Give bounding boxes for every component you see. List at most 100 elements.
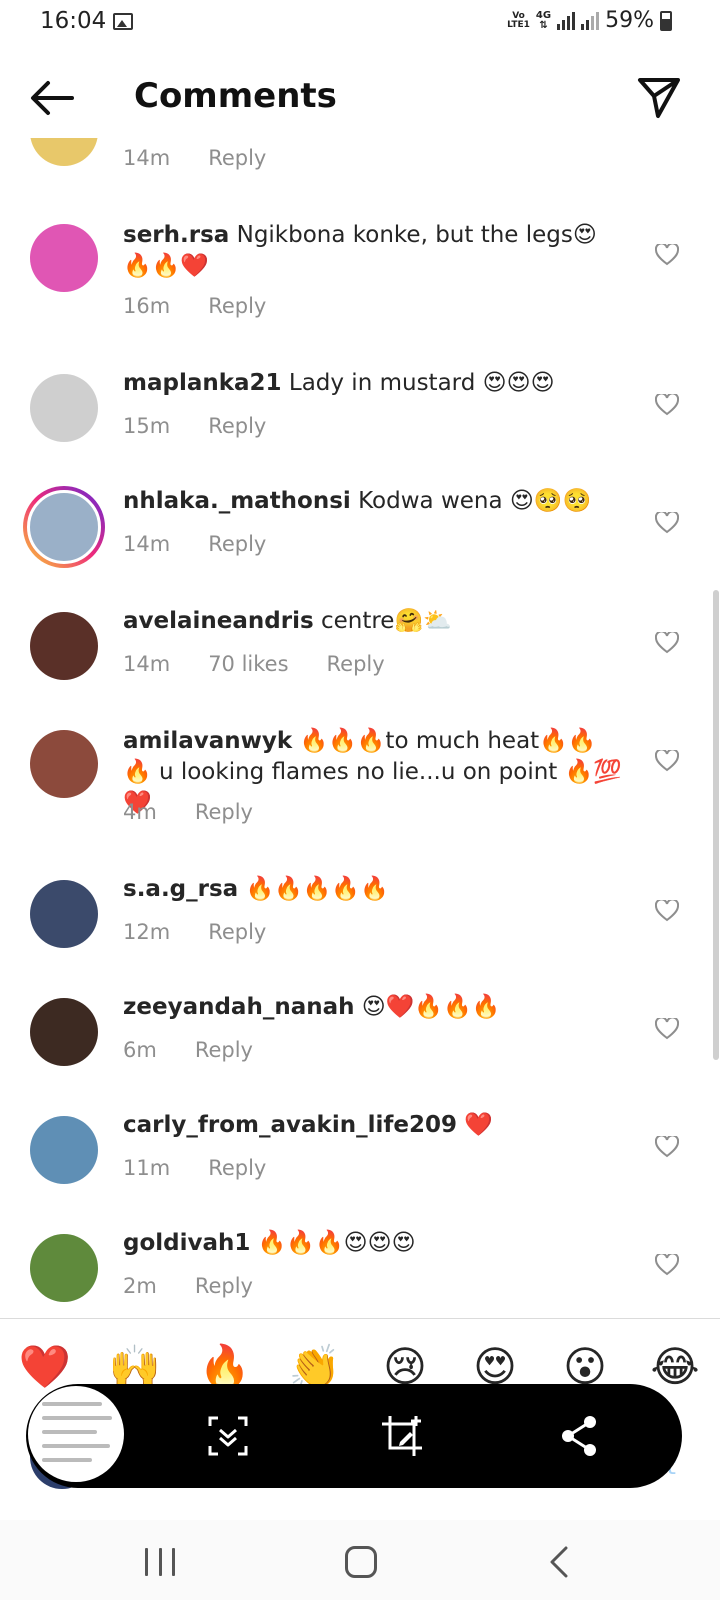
reply-button[interactable]: Reply [195, 800, 253, 824]
comment-meta: 6m Reply [123, 1038, 253, 1062]
comment-text: nhlaka._mathonsi Kodwa wena 😍🥺🥺 [123, 486, 623, 517]
comment-meta: 2m Reply [123, 1274, 253, 1298]
like-heart-icon[interactable] [655, 750, 679, 772]
reply-button[interactable]: Reply [208, 414, 266, 438]
comment-meta: 16m Reply [123, 294, 266, 318]
comment-body: ❤️ [456, 1112, 493, 1138]
back-arrow-icon[interactable] [28, 78, 76, 118]
comment-meta: 14m 70 likes Reply [123, 652, 385, 676]
like-heart-icon[interactable] [655, 1254, 679, 1276]
reply-button[interactable]: Reply [195, 1038, 253, 1062]
comment-meta: 11m Reply [123, 1156, 266, 1180]
network-4g-icon: 4G ⇅ [535, 9, 552, 31]
recents-icon[interactable] [145, 1548, 175, 1576]
comment-username[interactable]: goldivah1 [123, 1230, 250, 1256]
comment-time: 14m [123, 146, 171, 170]
status-bar: 16:04 Vo LTE1 4G ⇅ 59% [0, 0, 720, 46]
back-icon[interactable] [548, 1546, 572, 1578]
comment-text: s.a.g_rsa 🔥🔥🔥🔥🔥 [123, 874, 623, 905]
comment-text: serh.rsa Ngikbona konke, but the legs😍🔥🔥… [123, 220, 623, 282]
page-title: Comments [134, 76, 337, 116]
scrollbar[interactable] [713, 590, 719, 1060]
like-heart-icon[interactable] [655, 632, 679, 654]
comment-time: 11m [123, 1156, 171, 1180]
avatar[interactable] [30, 224, 98, 292]
avatar[interactable] [30, 1234, 98, 1302]
battery-icon [660, 10, 672, 31]
like-heart-icon[interactable] [655, 1018, 679, 1040]
comments-list[interactable]: 14m Reply serh.rsa Ngikbona konke, but t… [0, 138, 720, 1318]
comment-username[interactable]: serh.rsa [123, 222, 229, 248]
screenshot-thumbnail[interactable] [28, 1386, 124, 1482]
avatar[interactable] [30, 374, 98, 442]
avatar[interactable] [30, 880, 98, 948]
comment-time: 14m [123, 532, 171, 556]
comment-text: zeeyandah_nanah 😍❤️🔥🔥🔥 [123, 992, 623, 1023]
avatar[interactable] [30, 1116, 98, 1184]
crop-edit-icon[interactable] [378, 1412, 426, 1460]
reply-button[interactable]: Reply [327, 652, 385, 676]
comment-username[interactable]: s.a.g_rsa [123, 876, 238, 902]
like-heart-icon[interactable] [655, 1136, 679, 1158]
signal-icon [557, 11, 576, 30]
comment-body: 🔥🔥🔥🔥🔥 [238, 876, 389, 902]
reply-button[interactable]: Reply [208, 920, 266, 944]
comment-text: carly_from_avakin_life209 ❤️ [123, 1110, 623, 1141]
comments-header: Comments [0, 58, 720, 138]
avatar[interactable] [23, 486, 105, 568]
comment-time: 16m [123, 294, 171, 318]
comment-username[interactable]: avelaineandris [123, 608, 314, 634]
volte-icon: Vo LTE1 [507, 10, 530, 30]
paper-plane-icon[interactable] [636, 74, 682, 120]
like-heart-icon[interactable] [655, 512, 679, 534]
gallery-icon [113, 13, 133, 30]
home-icon[interactable] [345, 1546, 377, 1578]
comment-body: Lady in mustard 😍😍😍 [281, 370, 555, 396]
reply-button[interactable]: Reply [208, 146, 266, 170]
comment-time: 14m [123, 652, 171, 676]
comment-body: Kodwa wena 😍🥺🥺 [350, 488, 592, 514]
reply-button[interactable]: Reply [208, 1156, 266, 1180]
network-label: 4G [535, 9, 552, 21]
comment-text: avelaineandris centre🤗⛅ [123, 606, 623, 637]
like-heart-icon[interactable] [655, 900, 679, 922]
comment-body: 🔥🔥🔥😍😍😍 [250, 1230, 416, 1256]
status-right: Vo LTE1 4G ⇅ 59% [507, 8, 672, 33]
comment-body: 😍❤️🔥🔥🔥 [354, 994, 501, 1020]
comment-time: 4m [123, 800, 157, 824]
emoji-laughing[interactable]: 😂 [635, 1342, 715, 1391]
comment-time: 12m [123, 920, 171, 944]
avatar[interactable] [30, 998, 98, 1066]
scroll-capture-icon[interactable] [204, 1412, 252, 1460]
battery-percent: 59% [605, 8, 654, 33]
comment-time: 15m [123, 414, 171, 438]
reply-button[interactable]: Reply [195, 1274, 253, 1298]
share-icon[interactable] [556, 1412, 604, 1460]
comment-meta: 14m Reply [123, 146, 266, 170]
comment-username[interactable]: carly_from_avakin_life209 [123, 1112, 457, 1138]
like-heart-icon[interactable] [655, 394, 679, 416]
system-nav-bar [0, 1520, 720, 1600]
comment-time: 2m [123, 1274, 157, 1298]
comment-username[interactable]: maplanka21 [123, 370, 282, 396]
status-time: 16:04 [40, 8, 107, 34]
avatar[interactable] [30, 612, 98, 680]
comment-username[interactable]: amilavanwyk [123, 728, 292, 754]
comment-text: maplanka21 Lady in mustard 😍😍😍 [123, 368, 623, 399]
comment-meta: 4m Reply [123, 800, 253, 824]
like-count[interactable]: 70 likes [208, 652, 288, 676]
like-heart-icon[interactable] [655, 244, 679, 266]
comment-meta: 12m Reply [123, 920, 266, 944]
comment-time: 6m [123, 1038, 157, 1062]
signal-2-icon [581, 11, 600, 30]
avatar[interactable] [30, 138, 98, 166]
comment-username[interactable]: nhlaka._mathonsi [123, 488, 351, 514]
comment-body: centre🤗⛅ [313, 608, 452, 634]
reply-button[interactable]: Reply [208, 532, 266, 556]
comment-meta: 15m Reply [123, 414, 266, 438]
comment-text: goldivah1 🔥🔥🔥😍😍😍 [123, 1228, 623, 1259]
reply-button[interactable]: Reply [208, 294, 266, 318]
screenshot-toolbar [26, 1384, 682, 1488]
comment-username[interactable]: zeeyandah_nanah [123, 994, 355, 1020]
avatar[interactable] [30, 730, 98, 798]
